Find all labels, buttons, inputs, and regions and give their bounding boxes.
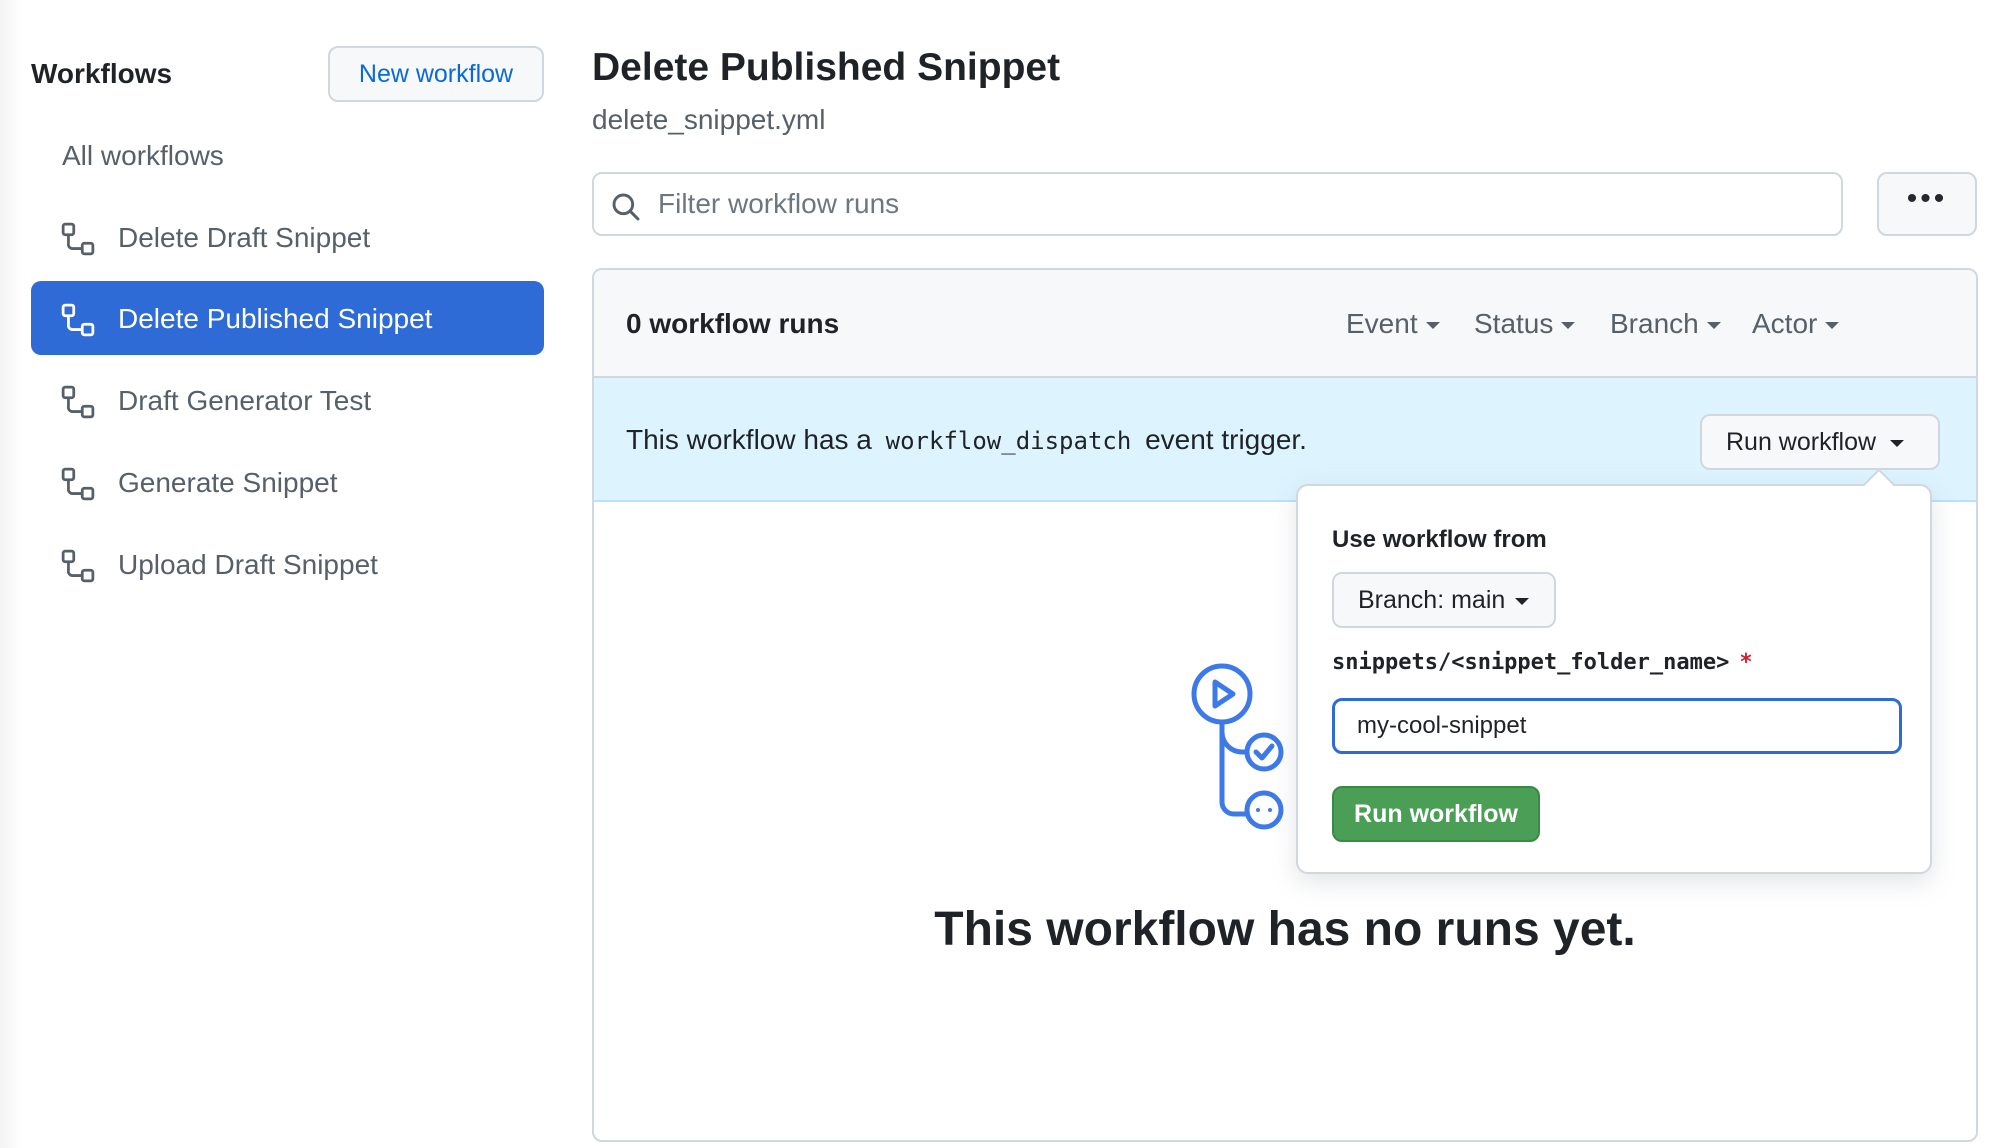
search-icon [612,193,640,221]
caret-down-icon [1561,322,1576,330]
filter-label: Event [1346,308,1418,339]
workflow-icon [61,303,95,337]
new-workflow-button[interactable]: New workflow [328,46,544,102]
filter-event-dropdown[interactable]: Event [1346,308,1440,340]
filter-label: Status [1474,308,1554,339]
page-title: Delete Published Snippet [592,46,1061,89]
runs-header: 0 workflow runs Event Status Branch Acto… [594,270,1976,378]
workflow-filename[interactable]: delete_snippet.yml [592,104,825,136]
branch-select-label: Branch: main [1358,586,1506,614]
sidebar-item-label: Delete Published Snippet [118,303,433,334]
filter-status-dropdown[interactable]: Status [1474,308,1576,340]
workflow-icon [61,222,95,256]
sidebar-title: Workflows [31,58,173,89]
runs-count: 0 workflow runs [626,308,840,339]
sidebar: Workflows New workflow All workflows Del… [0,0,560,1148]
sidebar-item-draft-generator-test[interactable]: Draft Generator Test [31,363,544,437]
more-options-button[interactable]: ••• [1877,172,1977,236]
workflow-icon [61,385,95,419]
search-box[interactable] [592,172,1843,236]
caret-down-icon [1706,322,1721,330]
caret-down-icon [1515,597,1530,605]
snippet-folder-input-label: snippets/<snippet_folder_name> * [1332,650,1753,675]
filter-actor-dropdown[interactable]: Actor [1752,308,1840,340]
workflow-icon [61,549,95,583]
kebab-horizontal-icon: ••• [1906,182,1948,215]
sidebar-item-delete-published-snippet[interactable]: Delete Published Snippet [31,281,544,355]
filter-runs-input[interactable] [658,182,1818,226]
sidebar-item-delete-draft-snippet[interactable]: Delete Draft Snippet [31,200,544,274]
use-workflow-from-label: Use workflow from [1332,526,1547,553]
actions-empty-illustration [1191,663,1284,830]
sidebar-item-label: Draft Generator Test [118,385,372,416]
dispatch-message: This workflow has a workflow_dispatch ev… [626,424,1307,456]
run-workflow-dropdown[interactable]: Run workflow [1700,414,1940,470]
sidebar-item-label: Upload Draft Snippet [118,549,378,580]
snippet-folder-input[interactable] [1332,698,1902,754]
dispatch-code: workflow_dispatch [885,427,1132,455]
all-workflows-link[interactable]: All workflows [62,140,224,172]
input-label-text: snippets/<snippet_folder_name> [1332,650,1730,675]
sidebar-item-label: Generate Snippet [118,467,338,498]
filter-label: Branch [1610,308,1699,339]
sidebar-item-label: Delete Draft Snippet [118,222,371,253]
dispatch-text-before: This workflow has a [626,424,872,455]
branch-select-button[interactable]: Branch: main [1332,572,1556,628]
run-workflow-submit-button[interactable]: Run workflow [1332,786,1540,842]
caret-down-icon [1825,322,1840,330]
required-asterisk: * [1739,650,1753,675]
workflow-icon [61,467,95,501]
run-workflow-popover: Use workflow from Branch: main snippets/… [1296,468,1932,874]
sidebar-item-generate-snippet[interactable]: Generate Snippet [31,445,544,519]
caret-down-icon [1890,439,1905,447]
sidebar-item-upload-draft-snippet[interactable]: Upload Draft Snippet [31,527,544,601]
dispatch-text-after: event trigger. [1145,424,1307,455]
filter-label: Actor [1752,308,1818,339]
empty-state-message: This workflow has no runs yet. [934,903,1636,956]
caret-down-icon [1425,322,1440,330]
run-workflow-dropdown-label: Run workflow [1726,428,1877,456]
filter-branch-dropdown[interactable]: Branch [1610,308,1721,340]
